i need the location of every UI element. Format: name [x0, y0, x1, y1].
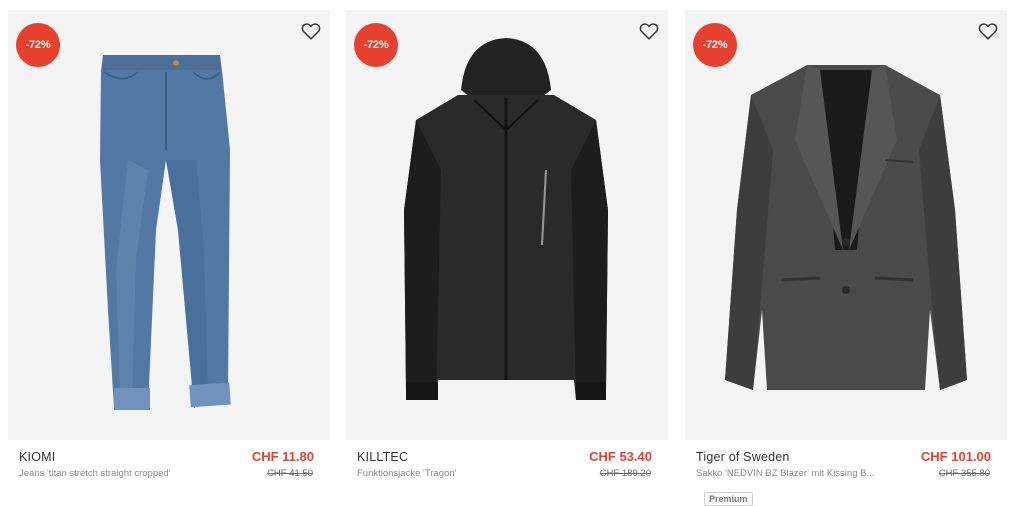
discount-badge: -72%: [16, 23, 60, 67]
jeans-image: [100, 55, 231, 410]
product-description[interactable]: Sakko 'NEDVIN BZ Blazer' mit Kissing B..…: [696, 468, 874, 479]
product-description[interactable]: Jeans 'titan stretch straight cropped': [19, 468, 171, 479]
jacket-image: [404, 38, 608, 400]
product-image[interactable]: -72%: [8, 10, 330, 440]
product-card-killtec[interactable]: -72% KILLTEC Funktionsjacke 'Tragon' CHF…: [346, 10, 668, 504]
product-image[interactable]: -72%: [685, 10, 1007, 440]
original-price: CHF 41.50: [267, 468, 313, 479]
heart-icon[interactable]: [638, 20, 660, 42]
product-brand[interactable]: KIOMI: [19, 450, 55, 464]
product-card-tiger-of-sweden[interactable]: -72% Tiger of Sweden Sakko 'NEDVIN BZ Bl…: [685, 10, 1007, 506]
sale-price: CHF 11.80: [251, 449, 314, 464]
sale-price: CHF 53.40: [589, 449, 652, 464]
discount-badge: -72%: [693, 23, 737, 67]
original-price: CHF 355.80: [938, 468, 990, 479]
product-description[interactable]: Funktionsjacke 'Tragon': [357, 468, 456, 479]
product-brand[interactable]: KILLTEC: [357, 450, 408, 464]
product-image[interactable]: -72%: [346, 10, 668, 440]
sale-price: CHF 101.00: [920, 449, 991, 464]
original-price: CHF 189.20: [599, 468, 651, 479]
heart-icon[interactable]: [300, 20, 322, 42]
product-card-kiomi[interactable]: -72% KIOMI Jeans 'titan stretch straight…: [8, 10, 330, 504]
heart-icon[interactable]: [977, 20, 999, 42]
discount-badge: -72%: [354, 23, 398, 67]
blazer-image: [725, 65, 967, 390]
product-brand[interactable]: Tiger of Sweden: [696, 450, 790, 464]
